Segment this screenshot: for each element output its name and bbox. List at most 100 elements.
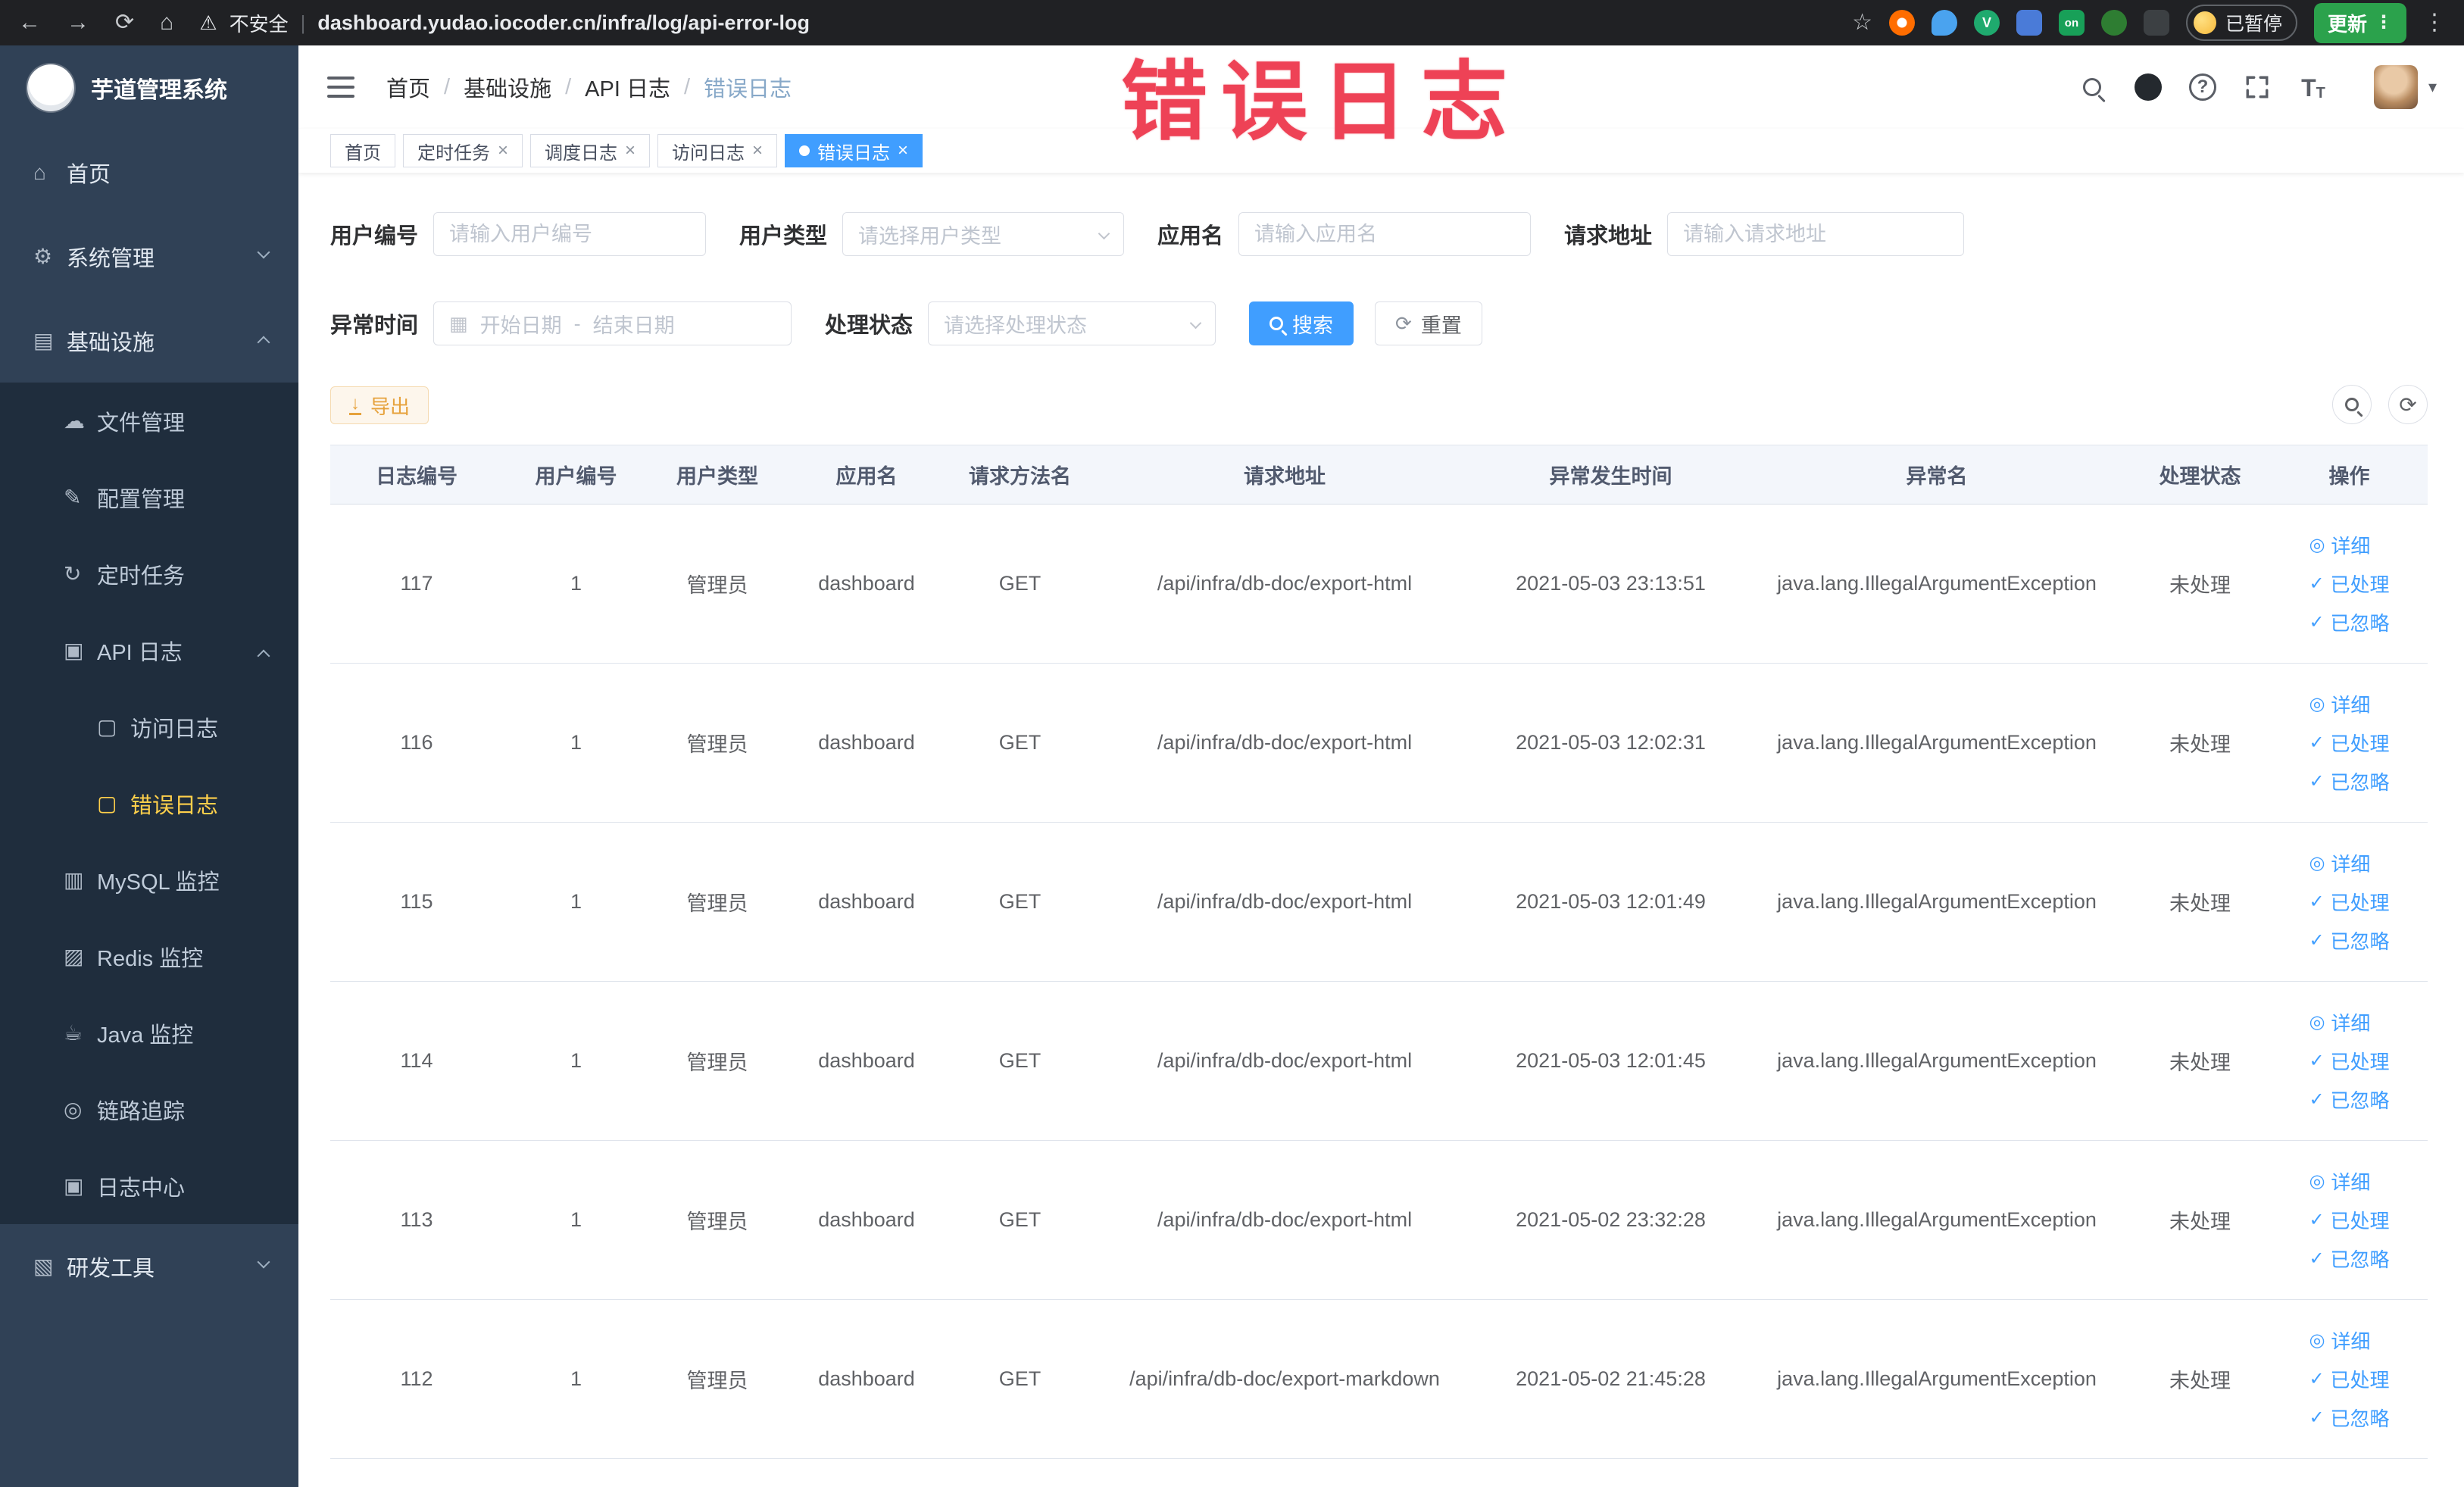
tab-scheduled-jobs[interactable]: 定时任务 × [403,134,523,167]
action-detail-link[interactable]: ◎ 详细 [2309,1326,2370,1354]
action-processed-link[interactable]: ✓ 已处理 [2309,1365,2389,1393]
back-icon[interactable]: ← [18,11,41,34]
user-type-cell: 管理员 [649,663,785,823]
exception-time-cell: 2021-05-02 21:45:28 [1477,1299,1744,1459]
action-ignored-link[interactable]: ✓ 已忽略 [2309,767,2389,795]
user-id-input[interactable] [433,212,707,256]
search-button[interactable]: 搜索 [1249,301,1354,345]
action-detail-link[interactable]: ◎ 详细 [2309,1167,2370,1195]
paused-badge[interactable]: 已暂停 [2185,5,2297,41]
eye-icon: ◎ [2309,853,2325,873]
breadcrumb-item[interactable]: 首页 [386,71,430,103]
tab-schedule-log[interactable]: 调度日志 × [530,134,651,167]
action-processed-link[interactable]: ✓ 已处理 [2309,729,2389,757]
action-ignored-link[interactable]: ✓ 已忽略 [2309,1086,2389,1114]
extension-icon-1[interactable] [1888,10,1915,36]
action-processed-link[interactable]: ✓ 已处理 [2309,888,2389,916]
action-processed-link[interactable]: ✓ 已处理 [2309,1047,2389,1075]
process-status-select[interactable]: 请选择处理状态 [928,301,1216,345]
reset-button[interactable]: ⟳ 重置 [1375,301,1482,345]
sidebar-item-api-logs[interactable]: ▣ API 日志 [0,612,298,689]
bookmark-star-icon[interactable]: ☆ [1852,11,1872,34]
extension-icon-7[interactable] [2143,10,2169,36]
extension-icon-2[interactable] [1931,10,1957,36]
sidebar-item-log-center[interactable]: ▣ 日志中心 [0,1148,298,1224]
action-ignored-link[interactable]: ✓ 已忽略 [2309,926,2389,954]
update-button[interactable]: 更新 ⋮ [2313,2,2406,43]
refresh-table-button[interactable]: ⟳ [2388,385,2428,424]
app-name-input[interactable] [1238,212,1532,256]
sidebar-item-java-monitor[interactable]: ☕ Java 监控 [0,995,298,1071]
tab-close-icon[interactable]: × [898,142,908,160]
forward-icon[interactable]: → [67,11,89,34]
action-detail-link[interactable]: ◎ 详细 [2309,849,2370,877]
sidebar-item-mysql-monitor[interactable]: ▥ MySQL 监控 [0,842,298,918]
filter-row-1: 用户编号 用户类型 请选择用户类型 应用名 请求地址 [330,212,2464,256]
reload-icon[interactable]: ⟳ [115,11,134,34]
extension-icon-6[interactable] [2100,10,2127,36]
search-icon [1269,317,1284,330]
search-icon[interactable] [2077,72,2107,102]
sidebar-item-scheduled-jobs[interactable]: ↻ 定时任务 [0,536,298,612]
address-bar[interactable]: ⚠ 不安全 | dashboard.yudao.iocoder.cn/infra… [199,9,1852,37]
fontsize-icon[interactable]: TT [2298,72,2328,102]
cloud-file-icon: ☁ [64,409,85,433]
action-processed-link[interactable]: ✓ 已处理 [2309,570,2389,598]
sidebar-fold-icon[interactable] [327,77,354,98]
sidebar-item-label: 首页 [67,162,111,187]
sidebar-item-access-log[interactable]: ▢ 访问日志 [0,689,298,765]
action-processed-link[interactable]: ✓ 已处理 [2309,1206,2389,1234]
tab-error-log[interactable]: 错误日志 × [785,134,923,167]
extension-icon-5[interactable]: on [2058,10,2085,36]
sidebar-item-infrastructure[interactable]: ▤ 基础设施 [0,298,298,383]
sidebar-item-error-log[interactable]: ▢ 错误日志 [0,765,298,842]
github-icon[interactable] [2133,72,2163,102]
user-id-cell: 1 [503,663,649,823]
user-id-cell: 1 [503,1140,649,1300]
column-header: 用户类型 [649,445,785,505]
extension-icon-3[interactable]: V [1973,10,2000,36]
sidebar-item-link-tracing[interactable]: ◎ 链路追踪 [0,1071,298,1148]
browser-home-icon[interactable]: ⌂ [160,11,173,34]
date-end-placeholder: 结束日期 [592,314,675,337]
log-id-cell: 112 [330,1299,503,1459]
warning-icon: ⚠ [199,11,217,34]
user-menu[interactable]: ▾ [2373,65,2437,109]
tab-access-log[interactable]: 访问日志 × [657,134,778,167]
sidebar-item-system-management[interactable]: ⚙ 系统管理 [0,214,298,298]
tab-close-icon[interactable]: × [498,142,508,160]
exception-time-range-picker[interactable]: ▦ 开始日期 - 结束日期 [433,301,792,345]
breadcrumb-separator: / [565,74,572,99]
action-ignored-link[interactable]: ✓ 已忽略 [2309,1245,2389,1273]
action-detail-link[interactable]: ◎ 详细 [2309,1008,2370,1036]
breadcrumb-item[interactable]: 基础设施 [464,71,551,103]
fullscreen-icon[interactable] [2242,72,2272,102]
help-icon[interactable]: ? [2188,73,2216,101]
export-button[interactable]: ↓ 导出 [330,386,429,424]
sidebar-item-dev-tools[interactable]: ▧ 研发工具 [0,1224,298,1308]
extension-icon-4[interactable] [2016,10,2042,36]
tab-label: 访问日志 [672,142,745,164]
breadcrumb-item[interactable]: API 日志 [585,71,670,103]
tab-home[interactable]: 首页 [330,134,395,167]
toggle-search-button[interactable] [2332,385,2372,424]
calendar-icon: ▦ [449,311,468,335]
request-url-cell: /api/infra/db-doc/export-html [1092,981,1477,1141]
check-icon: ✓ [2309,1210,2325,1230]
action-detail-link[interactable]: ◎ 详细 [2309,531,2370,559]
tab-close-icon[interactable]: × [625,142,636,160]
action-ignored-link[interactable]: ✓ 已忽略 [2309,1404,2389,1432]
browser-menu-icon[interactable]: ⋮ [2423,11,2446,34]
sidebar-item-config-management[interactable]: ✎ 配置管理 [0,459,298,536]
action-ignored-link[interactable]: ✓ 已忽略 [2309,608,2389,636]
request-url-input[interactable] [1667,212,1965,256]
user-type-select[interactable]: 请选择用户类型 [842,212,1125,256]
action-detail-link[interactable]: ◎ 详细 [2309,690,2370,718]
app-logo[interactable]: 芋道管理系统 [0,45,298,130]
tab-close-icon[interactable]: × [752,142,763,160]
sidebar-item-home[interactable]: ⌂ 首页 [0,130,298,214]
sidebar-item-redis-monitor[interactable]: ▨ Redis 监控 [0,918,298,995]
sidebar-item-file-management[interactable]: ☁ 文件管理 [0,383,298,459]
app-logo-image [27,64,74,111]
column-header: 处理状态 [2129,445,2271,505]
